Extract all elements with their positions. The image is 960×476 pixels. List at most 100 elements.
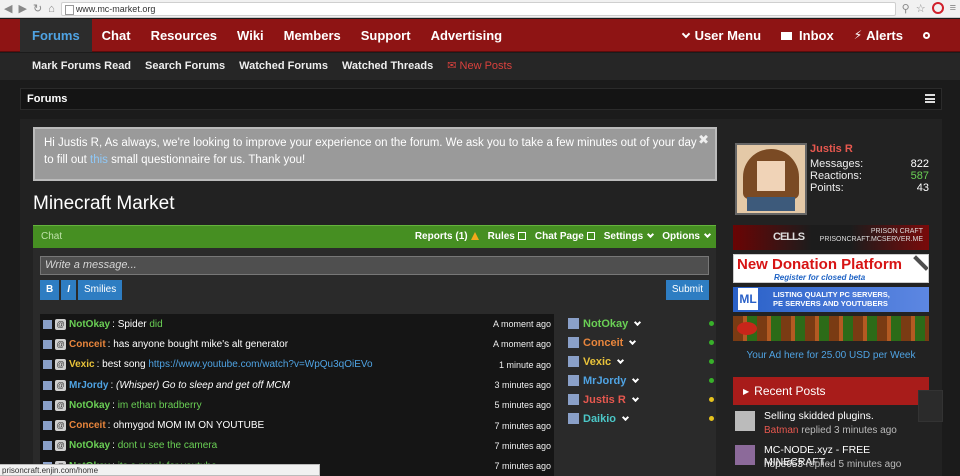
mark-forums-read-link[interactable]: Mark Forums Read xyxy=(32,53,131,79)
recent-post-user[interactable]: Batman xyxy=(764,425,798,436)
new-posts-link[interactable]: ✉ New Posts xyxy=(447,53,512,79)
menu-icon[interactable]: ≡ xyxy=(950,2,956,15)
reports-link[interactable]: Reports (1) xyxy=(415,231,479,242)
chat-user-item[interactable]: MrJordy xyxy=(568,371,716,390)
recent-post-user[interactable]: hope653 xyxy=(764,459,803,470)
opera-icon[interactable] xyxy=(931,2,944,14)
chat-message-body: : (Whisper) Go to sleep and get off MCM xyxy=(110,379,290,391)
lightbulb-icon xyxy=(923,32,930,39)
bold-button[interactable]: B xyxy=(40,280,60,300)
options-dropdown[interactable]: Options xyxy=(662,230,712,242)
notice-link[interactable]: this xyxy=(90,154,108,166)
mention-icon[interactable]: @ xyxy=(55,338,66,350)
italic-button[interactable]: I xyxy=(61,280,77,300)
back-icon[interactable]: ◀ xyxy=(4,2,12,15)
avatar[interactable] xyxy=(43,421,52,431)
home-icon[interactable]: ⌂ xyxy=(48,3,55,15)
checkbox-icon xyxy=(517,232,526,240)
tab-forums[interactable]: Forums xyxy=(20,19,92,52)
settings-dropdown[interactable]: Settings xyxy=(604,230,655,242)
chat-message-user[interactable]: NotOkay xyxy=(69,319,110,330)
mention-icon[interactable]: @ xyxy=(55,399,66,411)
mention-icon[interactable]: @ xyxy=(55,420,66,432)
chat-message-user[interactable]: MrJordy xyxy=(69,380,108,391)
avatar[interactable] xyxy=(735,445,755,465)
smilies-button[interactable]: Smilies xyxy=(78,280,123,300)
recent-post-title[interactable]: Selling skidded plugins. xyxy=(764,410,874,422)
chat-user-item[interactable]: Justis R xyxy=(568,390,716,409)
avatar[interactable] xyxy=(735,143,807,215)
ad-donation-platform[interactable]: New Donation Platform Register for close… xyxy=(733,254,929,283)
avatar[interactable] xyxy=(43,441,52,451)
inbox-button[interactable]: Inbox xyxy=(771,19,844,52)
chat-message-input[interactable]: Write a message... xyxy=(40,256,709,275)
rules-link[interactable]: Rules xyxy=(488,231,526,242)
avatar xyxy=(568,337,579,348)
chevron-down-icon[interactable] xyxy=(629,337,637,346)
lightbulb-button[interactable] xyxy=(913,19,940,52)
user-menu-button[interactable]: User Menu xyxy=(673,19,771,52)
tab-chat[interactable]: Chat xyxy=(92,19,141,52)
tab-advertising[interactable]: Advertising xyxy=(421,19,513,52)
chevron-down-icon[interactable] xyxy=(631,394,639,403)
chat-message-extra[interactable]: https://www.youtube.com/watch?v=WpQu3qOi… xyxy=(148,359,372,370)
avatar xyxy=(568,394,579,405)
tab-members[interactable]: Members xyxy=(274,19,351,52)
chat-message-row: @ MrJordy: (Whisper) Go to sleep and get … xyxy=(40,375,554,395)
tab-support[interactable]: Support xyxy=(351,19,421,52)
submit-button[interactable]: Submit xyxy=(665,280,709,300)
tab-resources[interactable]: Resources xyxy=(141,19,227,52)
avatar[interactable] xyxy=(43,400,52,410)
chevron-down-icon[interactable] xyxy=(634,318,642,327)
watched-threads-link[interactable]: Watched Threads xyxy=(342,53,433,79)
tab-wiki[interactable]: Wiki xyxy=(227,19,274,52)
close-icon[interactable]: ✖ xyxy=(698,131,709,148)
chat-user-item[interactable]: Conceit xyxy=(568,333,716,352)
search-forums-link[interactable]: Search Forums xyxy=(145,53,225,79)
alerts-button[interactable]: ⚡ Alerts xyxy=(844,19,913,52)
chat-user-item[interactable]: Daikio xyxy=(568,409,716,428)
mention-icon[interactable]: @ xyxy=(55,440,66,452)
chat-message-user[interactable]: NotOkay xyxy=(69,440,110,451)
reload-icon[interactable]: ↻ xyxy=(33,2,42,15)
chevron-down-icon[interactable] xyxy=(632,375,640,384)
chevron-down-icon[interactable] xyxy=(621,413,630,422)
breadcrumb: Forums xyxy=(20,88,942,110)
ad-prisoncraft[interactable]: CELLS PRISON CRAFT PRISONCRAFT.MCSERVER.M… xyxy=(733,225,929,250)
avatar[interactable] xyxy=(43,380,52,390)
breadcrumb-forums[interactable]: Forums xyxy=(27,93,67,105)
forward-icon[interactable]: ▶ xyxy=(18,2,26,15)
ad-minecraft-list[interactable]: ML LISTING QUALITY PC SERVERS, PE SERVERS… xyxy=(733,287,929,312)
avatar[interactable] xyxy=(43,319,52,329)
chevron-down-icon[interactable] xyxy=(617,356,625,365)
profile-name[interactable]: Justis R xyxy=(810,143,853,155)
chat-user-item[interactable]: NotOkay xyxy=(568,314,716,333)
recent-post[interactable]: MC-NODE.xyz - FREE MINECRAFT... hope653 … xyxy=(733,443,929,473)
main-nav: Forums Chat Resources Wiki Members Suppo… xyxy=(0,19,960,52)
avatar[interactable] xyxy=(43,360,52,370)
ad-pixel-banner[interactable] xyxy=(733,316,929,341)
chat-message-user[interactable]: Conceit xyxy=(69,420,106,431)
chat-message-user[interactable]: Vexic xyxy=(69,359,95,370)
chat-user-item[interactable]: Vexic xyxy=(568,352,716,371)
mention-icon[interactable]: @ xyxy=(55,379,66,391)
scroll-top-button[interactable] xyxy=(918,390,943,422)
mention-icon[interactable]: @ xyxy=(55,318,66,330)
chat-page-link[interactable]: Chat Page xyxy=(535,231,595,242)
recent-post[interactable]: Selling skidded plugins. Batman replied … xyxy=(733,409,929,439)
your-ad-link[interactable]: Your Ad here for 25.00 USD per Week xyxy=(733,350,929,361)
mention-icon[interactable]: @ xyxy=(55,359,66,371)
watched-forums-link[interactable]: Watched Forums xyxy=(239,53,328,79)
address-bar[interactable]: www.mc-market.org xyxy=(60,1,896,16)
avatar[interactable] xyxy=(43,339,52,349)
chat-message-user[interactable]: Conceit xyxy=(69,339,106,350)
hamburger-icon[interactable] xyxy=(925,94,935,103)
chat-message-row: @ NotOkay: Spider did A moment ago xyxy=(40,314,554,334)
star-icon[interactable]: ☆ xyxy=(916,2,926,15)
avatar[interactable] xyxy=(735,411,755,431)
avatar xyxy=(568,375,579,386)
messages-value: 822 xyxy=(910,158,929,170)
chat-message-row: @ Vexic: best song https://www.youtube.co… xyxy=(40,355,554,375)
zoom-icon[interactable]: ⚲ xyxy=(902,2,910,15)
chat-message-user[interactable]: NotOkay xyxy=(69,400,110,411)
